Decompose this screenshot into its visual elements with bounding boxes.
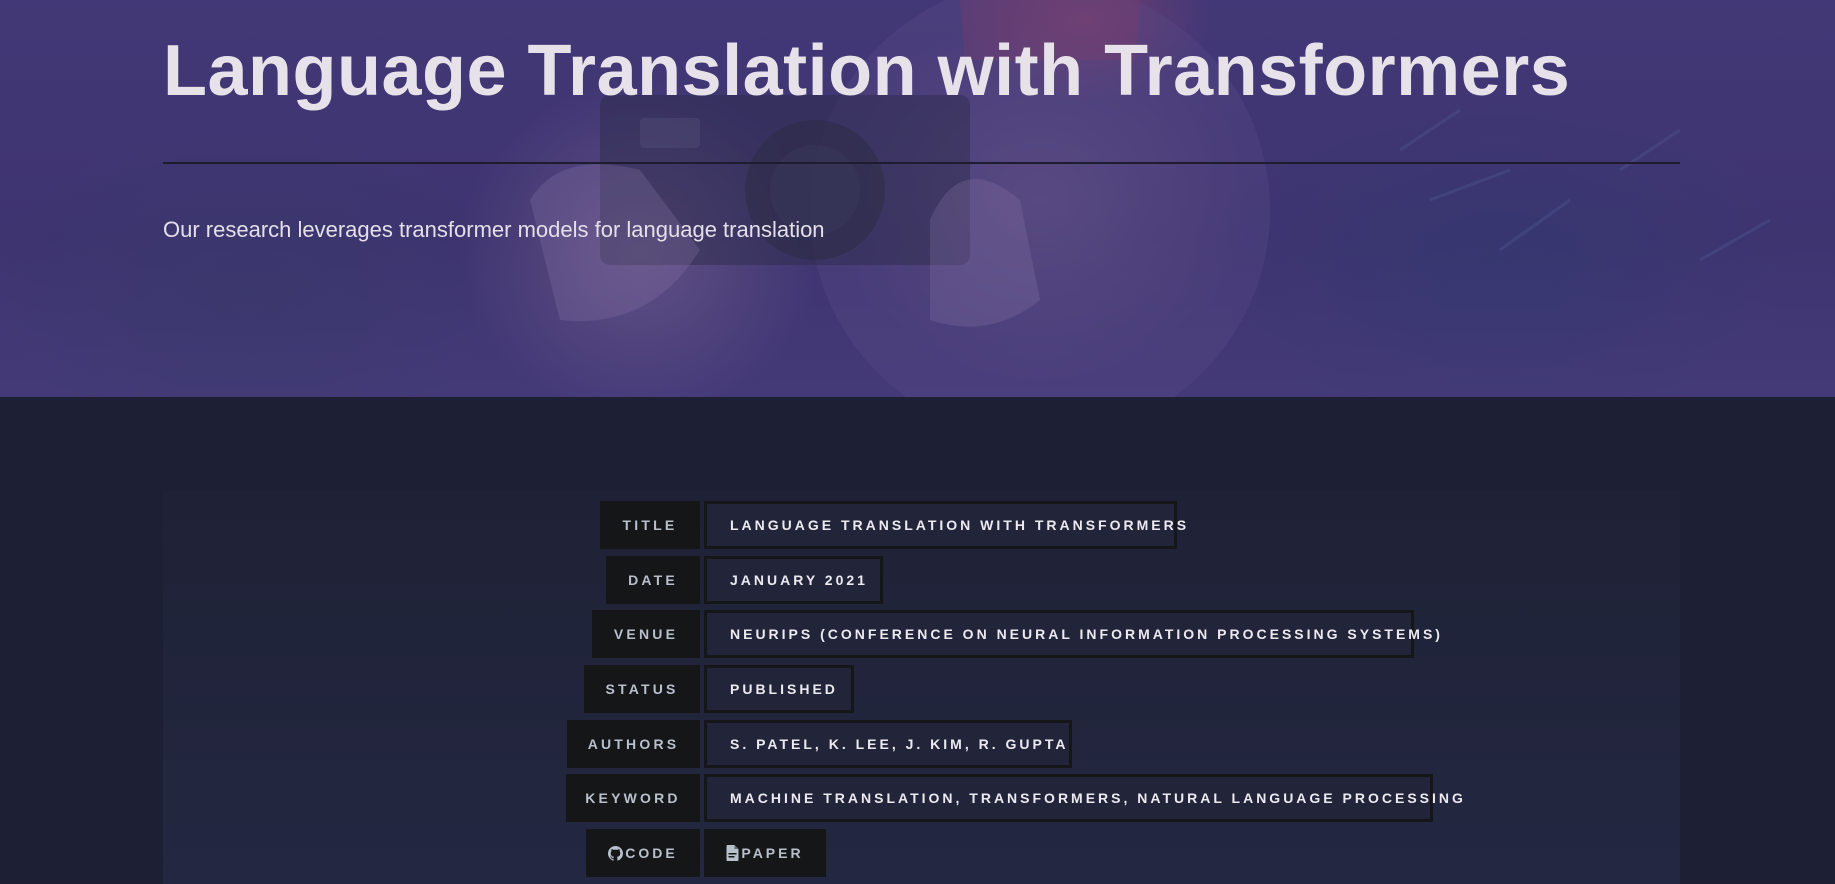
- meta-value: PUBLISHED: [704, 665, 854, 713]
- meta-label: STATUS: [584, 665, 700, 713]
- page-subtitle: Our research leverages transformer model…: [163, 217, 825, 242]
- meta-label: AUTHORS: [567, 720, 700, 768]
- meta-value: NEURIPS (CONFERENCE ON NEURAL INFORMATIO…: [704, 610, 1440, 658]
- meta-label: KEYWORD: [566, 774, 700, 822]
- meta-label: DATE: [606, 556, 700, 604]
- page-title: Language Translation with Transformers: [163, 31, 1571, 111]
- metadata-panel: TITLE LANGUAGE TRANSLATION WITH TRANSFOR…: [163, 491, 1680, 884]
- code-link-button[interactable]: CODE: [586, 829, 700, 877]
- title-divider: [163, 162, 1680, 164]
- paper-link-label: PAPER: [741, 845, 804, 861]
- meta-label: VENUE: [592, 610, 700, 658]
- pdf-file-icon: [726, 845, 739, 861]
- meta-value: LANGUAGE TRANSLATION WITH TRANSFORMERS: [704, 501, 1186, 549]
- code-link-label: CODE: [625, 845, 678, 861]
- meta-value: MACHINE TRANSLATION, TRANSFORMERS, NATUR…: [704, 774, 1463, 822]
- meta-value: S. PATEL, K. LEE, J. KIM, R. GUPTA: [704, 720, 1072, 768]
- paper-link-button[interactable]: PAPER: [704, 829, 826, 877]
- hero-banner: Language Translation with Transformers O…: [0, 0, 1835, 397]
- meta-label: TITLE: [600, 501, 700, 549]
- meta-value: JANUARY 2021: [704, 556, 883, 604]
- github-icon: [608, 845, 624, 861]
